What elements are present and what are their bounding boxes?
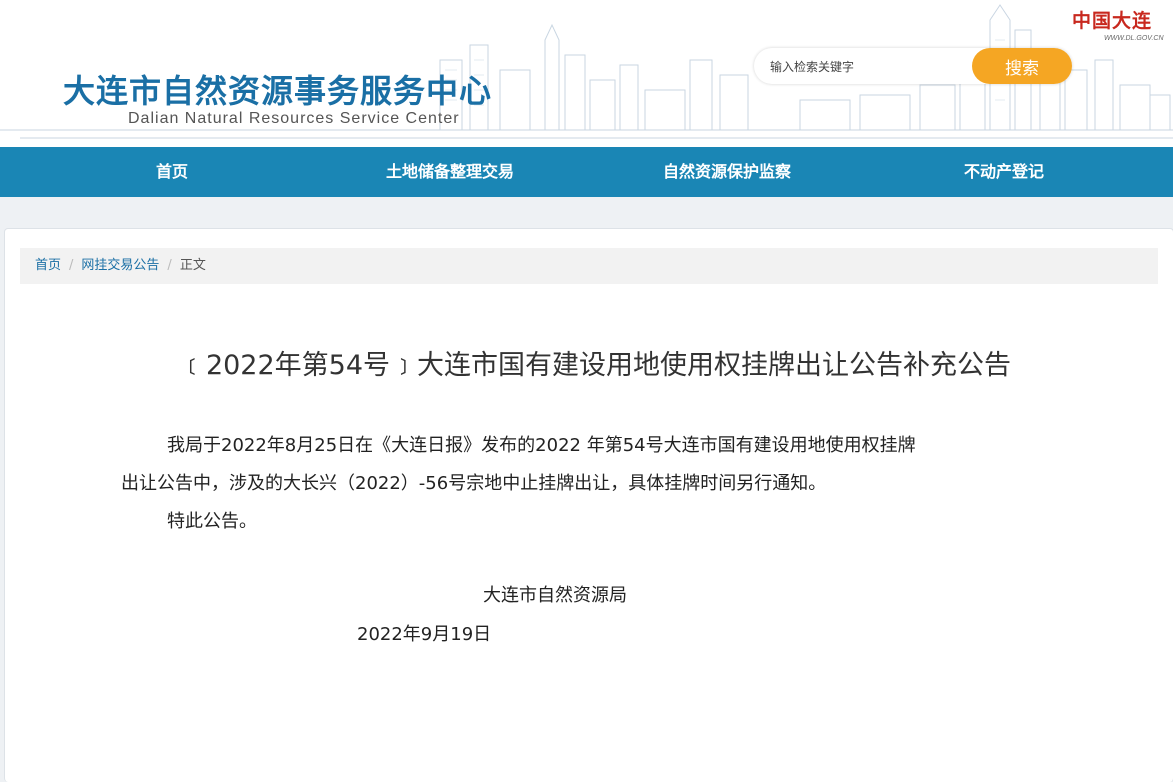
search-button[interactable]: 搜索: [972, 48, 1072, 84]
article-body-line-1: 我局于2022年8月25日在《大连日报》发布的2022 年第54号大连市国有建设…: [167, 435, 916, 456]
nav-item-resource-protection[interactable]: 自然资源保护监察: [647, 147, 807, 197]
article-closing: 特此公告。: [167, 511, 257, 532]
breadcrumb-current: 正文: [179, 258, 206, 273]
article-signature: 大连市自然资源局: [483, 585, 627, 606]
article-panel: 首页 / 网挂交易公告 / 正文 ﹝2022年第54号﹞大连市国有建设用地使用权挂牌出让…: [4, 228, 1173, 782]
site-subtitle: Dalian Natural Resources Service Center: [128, 110, 460, 127]
site-title: 大连市自然资源事务服务中心: [63, 72, 493, 110]
breadcrumb-announcements[interactable]: 网挂交易公告: [81, 258, 159, 273]
search-box: 搜索: [754, 48, 1072, 84]
search-input[interactable]: [768, 54, 972, 80]
article-title: ﹝2022年第54号﹞大连市国有建设用地使用权挂牌出让公告补充公告: [178, 350, 1012, 381]
breadcrumb-home[interactable]: 首页: [35, 258, 61, 273]
logo-url: WWW.DL.GOV.CN: [1104, 35, 1164, 42]
site-header: 大连市自然资源事务服务中心 Dalian Natural Resources S…: [0, 0, 1173, 147]
nav-item-home[interactable]: 首页: [112, 147, 232, 197]
breadcrumb-separator: /: [69, 258, 74, 273]
nav-item-land-reserve-trading[interactable]: 土地储备整理交易: [370, 147, 530, 197]
nav-item-real-estate-registration[interactable]: 不动产登记: [944, 147, 1064, 197]
article-date: 2022年9月19日: [357, 624, 492, 645]
article-body-line-2: 出让公告中，涉及的大长兴（2022）-56号宗地中止挂牌出让，具体挂牌时间另行通…: [121, 473, 827, 494]
city-logo[interactable]: 中国大连 WWW.DL.GOV.CN: [1072, 6, 1164, 46]
breadcrumb-separator: /: [167, 258, 172, 273]
main-nav: 首页 土地储备整理交易 自然资源保护监察 不动产登记: [0, 147, 1173, 197]
breadcrumb: 首页 / 网挂交易公告 / 正文: [20, 248, 1158, 284]
logo-text: 中国大连: [1072, 10, 1153, 32]
